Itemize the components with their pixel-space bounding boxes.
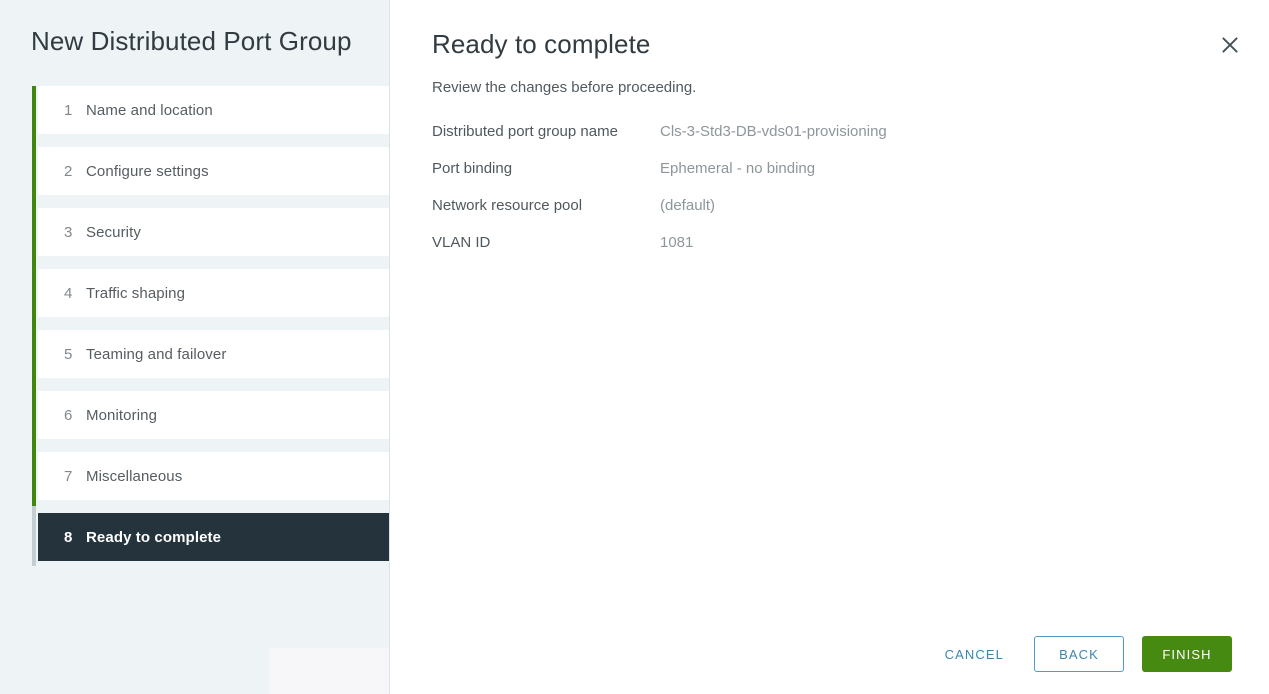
wizard-sidebar: New Distributed Port Group 1 Name and lo…	[0, 0, 390, 694]
summary-label: Network resource pool	[432, 197, 583, 214]
summary-value: Ephemeral - no binding	[660, 160, 816, 177]
step-label: Name and location	[86, 101, 213, 119]
summary-value: Cls-3-Std3-DB-vds01-provisioning	[660, 123, 887, 140]
step-number: 5	[64, 345, 73, 363]
step-number: 1	[64, 101, 73, 119]
wizard-title: New Distributed Port Group	[31, 26, 352, 56]
step-label: Teaming and failover	[86, 345, 227, 363]
step-number: 7	[64, 467, 73, 485]
step-label: Monitoring	[86, 406, 158, 424]
cancel-button[interactable]: CANCEL	[933, 636, 1016, 672]
progress-rail-completed	[32, 86, 36, 506]
summary-row-port-group-name: Distributed port group name Cls-3-Std3-D…	[432, 121, 1212, 142]
sidebar-step-traffic-shaping[interactable]: 4 Traffic shaping	[38, 269, 389, 317]
summary-label: Distributed port group name	[432, 123, 618, 140]
step-number: 4	[64, 284, 73, 302]
new-distributed-port-group-wizard: New Distributed Port Group 1 Name and lo…	[0, 0, 1269, 694]
step-label: Security	[86, 223, 141, 241]
summary-label: VLAN ID	[432, 234, 491, 251]
wizard-footer: CANCEL BACK FINISH	[933, 636, 1232, 672]
wizard-main-panel: Ready to complete Review the changes bef…	[390, 0, 1269, 694]
step-label: Ready to complete	[86, 528, 222, 546]
step-label: Traffic shaping	[86, 284, 186, 302]
close-icon	[1220, 35, 1240, 55]
step-label: Configure settings	[86, 162, 209, 180]
step-number: 3	[64, 223, 73, 241]
page-title: Ready to complete	[432, 29, 651, 59]
sidebar-step-ready-to-complete[interactable]: 8 Ready to complete	[38, 513, 389, 561]
wizard-step-list: 1 Name and location 2 Configure settings…	[38, 86, 389, 561]
summary-row-port-binding: Port binding Ephemeral - no binding	[432, 158, 1212, 179]
step-number: 2	[64, 162, 73, 180]
summary-label: Port binding	[432, 160, 513, 177]
sidebar-bottom-decoration	[269, 648, 389, 694]
summary-table: Distributed port group name Cls-3-Std3-D…	[432, 121, 1212, 253]
summary-row-network-resource-pool: Network resource pool (default)	[432, 195, 1212, 216]
sidebar-step-teaming-and-failover[interactable]: 5 Teaming and failover	[38, 330, 389, 378]
summary-row-vlan-id: VLAN ID 1081	[432, 232, 1212, 253]
step-label: Miscellaneous	[86, 467, 183, 485]
step-number: 6	[64, 406, 73, 424]
sidebar-step-miscellaneous[interactable]: 7 Miscellaneous	[38, 452, 389, 500]
page-subtitle: Review the changes before proceeding.	[432, 79, 697, 96]
close-button[interactable]	[1213, 28, 1247, 62]
sidebar-step-security[interactable]: 3 Security	[38, 208, 389, 256]
back-button[interactable]: BACK	[1034, 636, 1124, 672]
summary-value: 1081	[660, 234, 694, 251]
summary-value: (default)	[660, 197, 716, 214]
sidebar-step-name-and-location[interactable]: 1 Name and location	[38, 86, 389, 134]
wizard-steps-container: 1 Name and location 2 Configure settings…	[0, 86, 389, 566]
sidebar-step-monitoring[interactable]: 6 Monitoring	[38, 391, 389, 439]
finish-button[interactable]: FINISH	[1142, 636, 1232, 672]
step-number: 8	[64, 528, 73, 546]
sidebar-step-configure-settings[interactable]: 2 Configure settings	[38, 147, 389, 195]
progress-rail-current	[32, 506, 36, 566]
